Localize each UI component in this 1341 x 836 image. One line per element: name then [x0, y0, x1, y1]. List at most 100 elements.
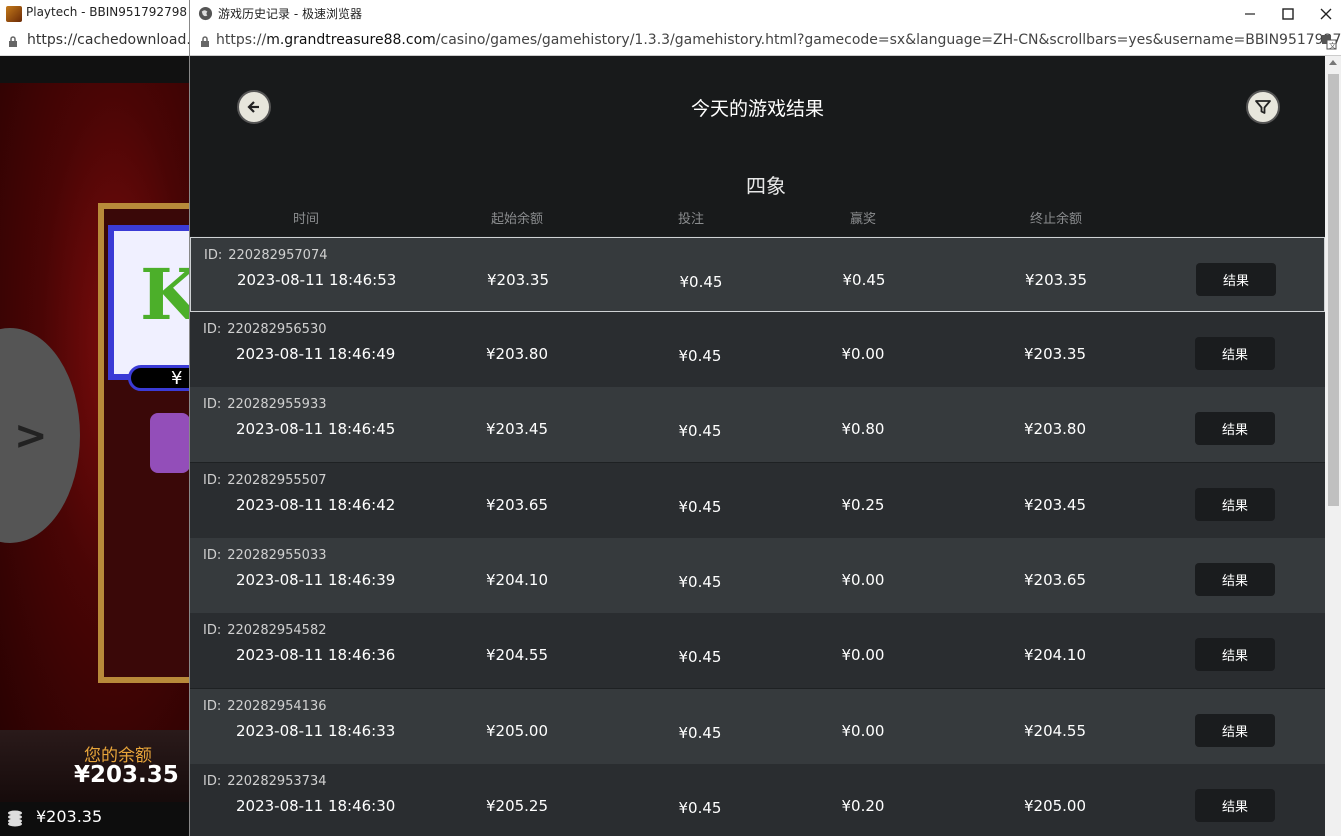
background-address-bar[interactable]: https://cachedownload.g: [0, 28, 200, 56]
row-start-balance: ¥205.00: [485, 722, 549, 740]
table-row[interactable]: ID: 220282955033 2023-08-11 18:46:39 ¥204.1…: [190, 538, 1325, 613]
svg-text:文: 文: [1329, 41, 1336, 50]
background-url[interactable]: https://cachedownload.g: [27, 32, 200, 48]
row-id-value: 220282956530: [227, 322, 327, 337]
row-time: 2023-08-11 18:46:53: [237, 271, 397, 289]
row-id-value: 220282955033: [227, 548, 327, 563]
minimize-icon: [1245, 13, 1255, 15]
popup-url[interactable]: https://m.grandtreasure88.com/casino/gam…: [216, 32, 1341, 48]
row-id-prefix: ID:: [203, 473, 222, 488]
chevron-right-icon[interactable]: >: [14, 413, 48, 459]
row-end-balance: ¥205.00: [1023, 797, 1087, 815]
row-id-prefix: ID:: [203, 548, 222, 563]
filter-icon: [1255, 100, 1271, 114]
row-end-balance: ¥204.10: [1023, 646, 1087, 664]
page-title: 今天的游戏结果: [690, 98, 824, 120]
coins-icon: [8, 810, 22, 827]
row-bet: ¥0.45: [678, 799, 722, 817]
scrollbar-thumb[interactable]: [1328, 74, 1339, 506]
globe-icon: [198, 6, 213, 21]
url-domain: m.grandtreasure88.com: [266, 32, 436, 48]
row-id-value: 220282953734: [227, 774, 327, 789]
row-bet: ¥0.45: [678, 498, 722, 516]
balance-value: ¥203.35: [74, 762, 179, 788]
k-symbol-icon: K: [140, 253, 190, 336]
row-id-value: 220282954136: [227, 699, 327, 714]
table-row[interactable]: ID: 220282957074 2023-08-11 18:46:53 ¥203.3…: [190, 237, 1325, 312]
result-button[interactable]: 结果: [1195, 714, 1275, 747]
url-path: /casino/games/gamehistory/1.3.3/gamehist…: [435, 32, 1341, 48]
result-button[interactable]: 结果: [1195, 337, 1275, 370]
result-button[interactable]: 结果: [1195, 412, 1275, 445]
result-button[interactable]: 结果: [1195, 488, 1275, 521]
result-button[interactable]: 结果: [1195, 563, 1275, 596]
scrollbar[interactable]: [1325, 56, 1341, 836]
result-button[interactable]: 结果: [1195, 638, 1275, 671]
column-header-time: 时间: [292, 212, 319, 227]
row-start-balance: ¥203.45: [485, 420, 549, 438]
row-id: ID: 220282955507: [203, 473, 327, 488]
column-header-end-balance: 终止余额: [1029, 212, 1082, 227]
maximize-button[interactable]: [1273, 4, 1303, 24]
url-prefix: https://: [216, 32, 267, 48]
row-id-prefix: ID:: [203, 322, 222, 337]
table-row[interactable]: ID: 220282954136 2023-08-11 18:46:33 ¥205.0…: [190, 689, 1325, 764]
row-time: 2023-08-11 18:46:42: [236, 496, 396, 514]
row-id-prefix: ID:: [203, 699, 222, 714]
row-time: 2023-08-11 18:46:33: [236, 722, 396, 740]
row-win: ¥0.25: [841, 496, 885, 514]
table-row[interactable]: ID: 220282954582 2023-08-11 18:46:36 ¥204.5…: [190, 613, 1325, 688]
row-end-balance: ¥203.65: [1023, 571, 1087, 589]
row-end-balance: ¥203.35: [1023, 345, 1087, 363]
result-button[interactable]: 结果: [1195, 789, 1275, 822]
row-bet: ¥0.45: [678, 648, 722, 666]
row-time: 2023-08-11 18:46:30: [236, 797, 396, 815]
row-win: ¥0.20: [841, 797, 885, 815]
row-time: 2023-08-11 18:46:39: [236, 571, 396, 589]
row-id: ID: 220282956530: [203, 322, 327, 337]
row-id-prefix: ID:: [203, 774, 222, 789]
row-id-prefix: ID:: [203, 623, 222, 638]
row-id-value: 220282954582: [227, 623, 327, 638]
table-row[interactable]: ID: 220282953734 2023-08-11 18:46:30 ¥205.2…: [190, 764, 1325, 836]
row-win: ¥0.00: [841, 571, 885, 589]
table-row[interactable]: ID: 220282956530 2023-08-11 18:46:49 ¥203.8…: [190, 312, 1325, 387]
row-id: ID: 220282957074: [204, 248, 328, 263]
row-start-balance: ¥203.35: [486, 271, 550, 289]
row-win: ¥0.00: [841, 722, 885, 740]
symbol-value-pill: ¥: [128, 365, 190, 391]
row-id: ID: 220282954582: [203, 623, 327, 638]
table-row[interactable]: ID: 220282955507 2023-08-11 18:46:42 ¥203.6…: [190, 463, 1325, 538]
row-start-balance: ¥203.65: [485, 496, 549, 514]
lock-icon: [9, 36, 17, 47]
close-icon: [1320, 8, 1332, 20]
popup-address-bar[interactable]: https://m.grandtreasure88.com/casino/gam…: [190, 28, 1341, 56]
close-button[interactable]: [1311, 4, 1341, 24]
row-id-prefix: ID:: [204, 248, 223, 263]
background-window-title: Playtech - BBIN951792798 -: [26, 5, 196, 19]
result-button[interactable]: 结果: [1196, 263, 1276, 296]
maximize-icon: [1282, 8, 1294, 20]
row-start-balance: ¥203.80: [485, 345, 549, 363]
row-start-balance: ¥205.25: [485, 797, 549, 815]
row-id-value: 220282955507: [227, 473, 327, 488]
row-end-balance: ¥203.80: [1023, 420, 1087, 438]
row-id: ID: 220282954136: [203, 699, 327, 714]
playtech-app-icon: [6, 6, 22, 22]
table-row[interactable]: ID: 220282955933 2023-08-11 18:46:45 ¥203.4…: [190, 387, 1325, 462]
scroll-up-icon[interactable]: [1329, 60, 1337, 65]
row-bet: ¥0.45: [678, 347, 722, 365]
row-win: ¥0.45: [842, 271, 886, 289]
row-win: ¥0.80: [841, 420, 885, 438]
popup-titlebar: 游戏历史记录 - 极速浏览器: [190, 0, 1341, 28]
row-time: 2023-08-11 18:46:36: [236, 646, 396, 664]
column-header-win: 赢奖: [849, 212, 876, 227]
game-canvas[interactable]: K ¥ >: [0, 83, 190, 730]
translate-icon[interactable]: 文: [1321, 34, 1337, 50]
lock-icon: [201, 36, 209, 47]
filter-button[interactable]: [1246, 90, 1280, 124]
minimize-button[interactable]: [1235, 4, 1265, 24]
row-win: ¥0.00: [841, 646, 885, 664]
row-id: ID: 220282955933: [203, 397, 327, 412]
popup-window-title: 游戏历史记录 - 极速浏览器: [218, 7, 362, 21]
